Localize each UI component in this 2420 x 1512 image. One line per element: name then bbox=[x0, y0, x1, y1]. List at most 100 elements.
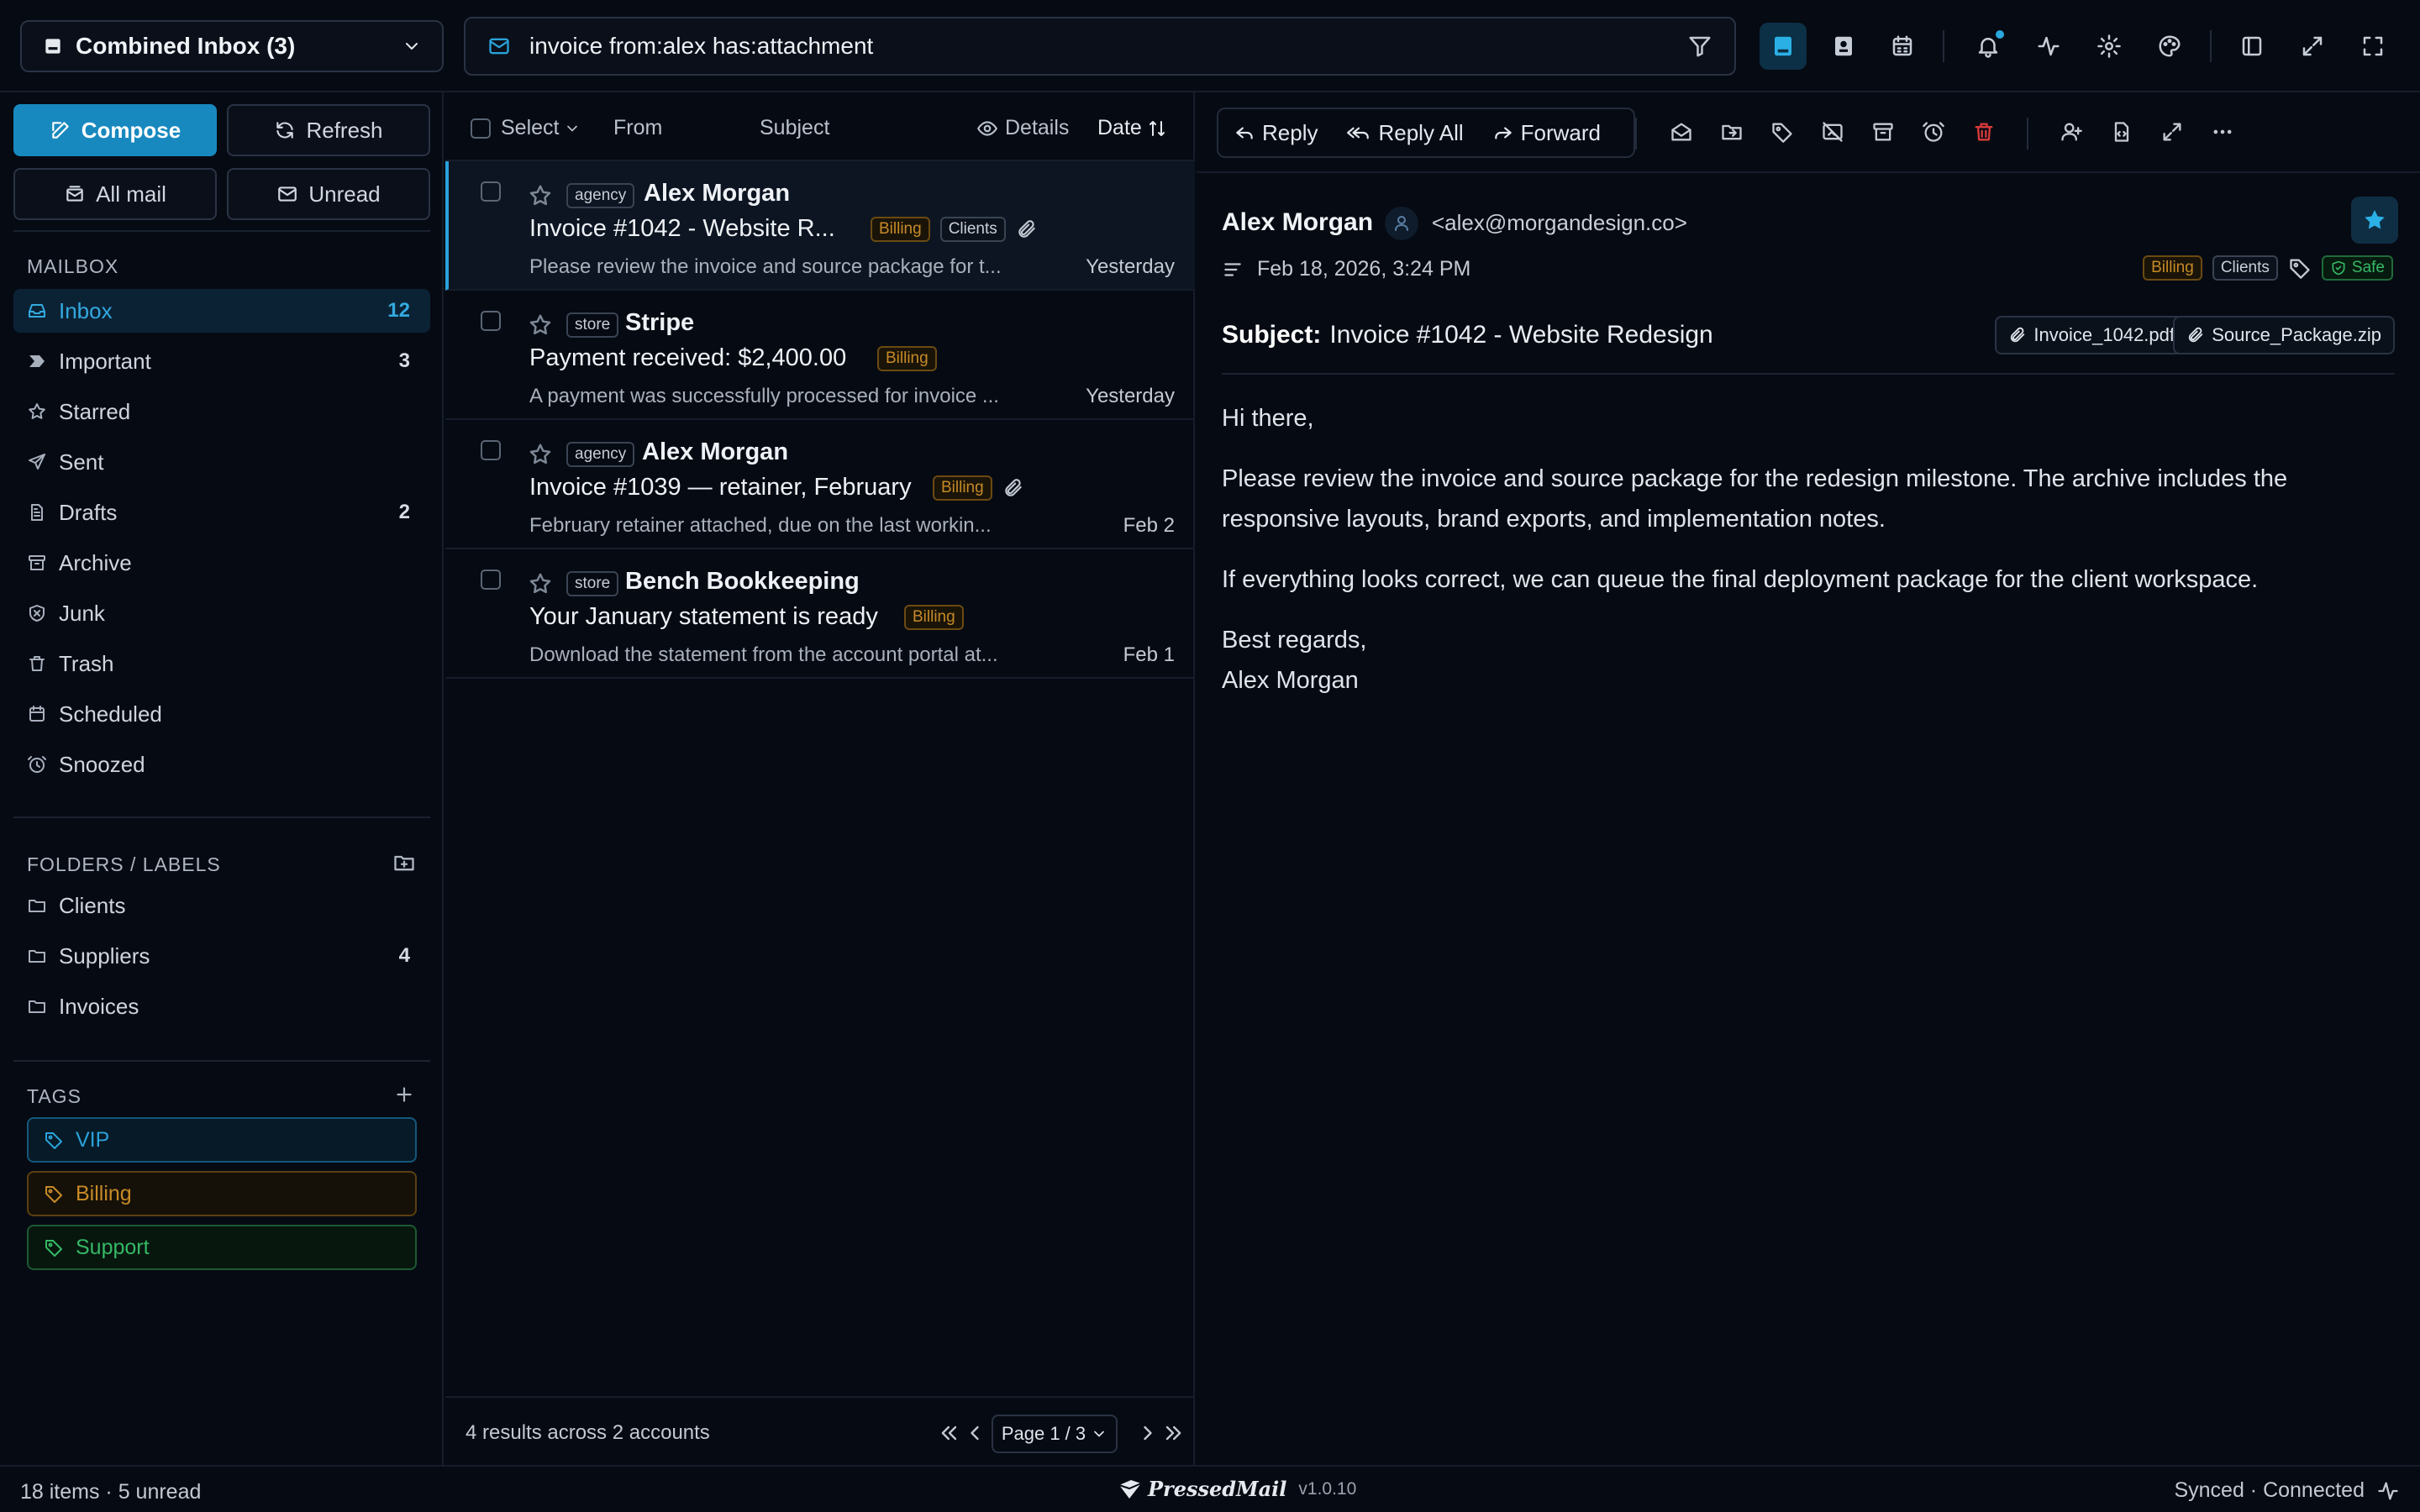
message-row[interactable]: store Stripe Payment received: $2,400.00… bbox=[445, 291, 1195, 420]
archive-button[interactable] bbox=[1869, 118, 1897, 146]
tag-chip-billing: Billing bbox=[877, 346, 937, 371]
star-icon[interactable] bbox=[528, 312, 553, 338]
theme-button[interactable] bbox=[2146, 23, 2193, 70]
sidebar-item-label: Snoozed bbox=[59, 751, 145, 777]
sidebar-folder-suppliers[interactable]: Suppliers 4 bbox=[13, 934, 430, 978]
refresh-button[interactable]: Refresh bbox=[227, 104, 430, 156]
move-button[interactable] bbox=[1718, 118, 1746, 146]
calendar-button[interactable] bbox=[1879, 23, 1926, 70]
fullscreen-button[interactable] bbox=[2349, 23, 2396, 70]
notification-dot bbox=[1996, 30, 2004, 39]
delete-button[interactable] bbox=[1970, 118, 1998, 146]
open-window-button[interactable] bbox=[2158, 118, 2186, 146]
message-subject: Invoice #1039 — retainer, February bbox=[529, 474, 912, 501]
star-message-button[interactable] bbox=[2351, 197, 2398, 244]
message-row[interactable]: agency Alex Morgan Invoice #1039 — retai… bbox=[445, 420, 1195, 549]
tag-support[interactable]: Support bbox=[27, 1225, 417, 1270]
sidebar-folder-invoices[interactable]: Invoices bbox=[13, 984, 430, 1028]
reply-button[interactable]: Reply bbox=[1234, 120, 1318, 146]
tag-vip[interactable]: VIP bbox=[27, 1117, 417, 1163]
sidebar-item-drafts[interactable]: Drafts 2 bbox=[13, 491, 430, 534]
row-checkbox[interactable] bbox=[481, 570, 501, 590]
message-row[interactable]: store Bench Bookkeeping Your January sta… bbox=[445, 549, 1195, 679]
first-page-icon[interactable] bbox=[938, 1421, 961, 1445]
attachment-invoice[interactable]: Invoice_1042.pdf bbox=[1995, 316, 2188, 354]
inbox-icon bbox=[29, 304, 45, 318]
unread-button[interactable]: Unread bbox=[227, 168, 430, 220]
tags-icon[interactable] bbox=[2288, 256, 2312, 280]
sidebar-item-label: Archive bbox=[59, 549, 132, 575]
sidebar-folder-clients[interactable]: Clients bbox=[13, 884, 430, 927]
more-button[interactable] bbox=[2208, 118, 2237, 146]
sidebar-item-important[interactable]: Important 3 bbox=[13, 339, 430, 383]
sidebar-item-trash[interactable]: Trash bbox=[13, 642, 430, 685]
message-tags: Billing Clients bbox=[871, 217, 1038, 242]
contact-button[interactable] bbox=[1385, 207, 1418, 240]
star-icon[interactable] bbox=[528, 183, 553, 208]
expand-button[interactable] bbox=[2289, 23, 2336, 70]
sidebar-item-count: 2 bbox=[398, 501, 410, 523]
add-contact-button[interactable] bbox=[2057, 118, 2086, 146]
sidebar-item-inbox[interactable]: Inbox 12 bbox=[13, 289, 430, 333]
add-tag-button[interactable] bbox=[392, 1082, 417, 1107]
sidebar-icon bbox=[2242, 36, 2262, 56]
sidebar-item-label: Starred bbox=[59, 398, 131, 424]
reply-all-icon bbox=[1347, 127, 1370, 139]
snooze-button[interactable] bbox=[1919, 118, 1948, 146]
tag-billing[interactable]: Billing bbox=[27, 1171, 417, 1216]
new-folder-button[interactable] bbox=[392, 850, 417, 875]
sidebar-item-label: Drafts bbox=[59, 499, 118, 525]
sidebar-item-archive[interactable]: Archive bbox=[13, 541, 430, 585]
previous-page-icon[interactable] bbox=[963, 1421, 986, 1445]
refresh-icon bbox=[276, 122, 294, 139]
mail-view-button[interactable] bbox=[1760, 23, 1807, 70]
sync-status: Synced · Connected bbox=[2174, 1478, 2365, 1502]
star-icon[interactable] bbox=[528, 442, 553, 467]
search-box[interactable] bbox=[464, 17, 1736, 76]
contacts-button[interactable] bbox=[1820, 23, 1867, 70]
sort-from[interactable]: From bbox=[613, 116, 662, 140]
select-all-control[interactable]: Select bbox=[471, 116, 581, 140]
attachment-source-package[interactable]: Source_Package.zip bbox=[2173, 316, 2395, 354]
all-mail-button[interactable]: All mail bbox=[13, 168, 217, 220]
settings-button[interactable] bbox=[2086, 23, 2133, 70]
compose-button[interactable]: Compose bbox=[13, 104, 217, 156]
star-icon[interactable] bbox=[528, 571, 553, 596]
sidebar-item-starred[interactable]: Starred bbox=[13, 390, 430, 433]
star-icon bbox=[29, 403, 45, 419]
label-button[interactable] bbox=[1768, 118, 1797, 146]
sidebar-item-scheduled[interactable]: Scheduled bbox=[13, 692, 430, 736]
sort-subject[interactable]: Subject bbox=[760, 116, 829, 140]
sidebar-item-label: Important bbox=[59, 348, 151, 374]
next-page-icon[interactable] bbox=[1136, 1421, 1160, 1445]
message-row[interactable]: agency Alex Morgan Invoice #1042 - Websi… bbox=[445, 161, 1195, 291]
details-toggle[interactable]: Details bbox=[976, 116, 1069, 140]
forward-button[interactable]: Forward bbox=[1492, 120, 1601, 146]
search-input[interactable] bbox=[529, 33, 1687, 60]
message-tags: Billing bbox=[877, 346, 947, 371]
page-select[interactable]: Page 1 / 3 bbox=[992, 1415, 1118, 1453]
reply-all-button[interactable]: Reply All bbox=[1346, 120, 1464, 146]
activity-button[interactable] bbox=[2025, 23, 2072, 70]
last-page-icon[interactable] bbox=[1161, 1421, 1185, 1445]
message-subject: Invoice #1042 - Website Redesign bbox=[1329, 321, 1713, 349]
paperclip-icon bbox=[2011, 327, 2025, 343]
mark-read-button[interactable] bbox=[1667, 118, 1696, 146]
sort-date[interactable]: Date bbox=[1097, 116, 1167, 140]
row-checkbox[interactable] bbox=[481, 181, 501, 202]
sidebar-item-sent[interactable]: Sent bbox=[13, 440, 430, 484]
account-select[interactable]: Combined Inbox (3) bbox=[20, 20, 444, 72]
source-button[interactable] bbox=[2107, 118, 2136, 146]
sidebar: Compose Refresh All mail Unread MAILBOX … bbox=[0, 92, 444, 1465]
row-checkbox[interactable] bbox=[481, 311, 501, 331]
sidebar-item-snoozed[interactable]: Snoozed bbox=[13, 743, 430, 786]
sidebar-item-junk[interactable]: Junk bbox=[13, 591, 430, 635]
tag-icon bbox=[45, 1186, 62, 1203]
select-all-checkbox[interactable] bbox=[471, 118, 491, 139]
trash-icon bbox=[1975, 123, 1993, 141]
toggle-sidebar-button[interactable] bbox=[2228, 23, 2275, 70]
row-checkbox[interactable] bbox=[481, 440, 501, 460]
block-images-button[interactable] bbox=[1818, 118, 1847, 146]
notifications-button[interactable] bbox=[1965, 23, 2012, 70]
filter-icon[interactable] bbox=[1687, 34, 1712, 59]
